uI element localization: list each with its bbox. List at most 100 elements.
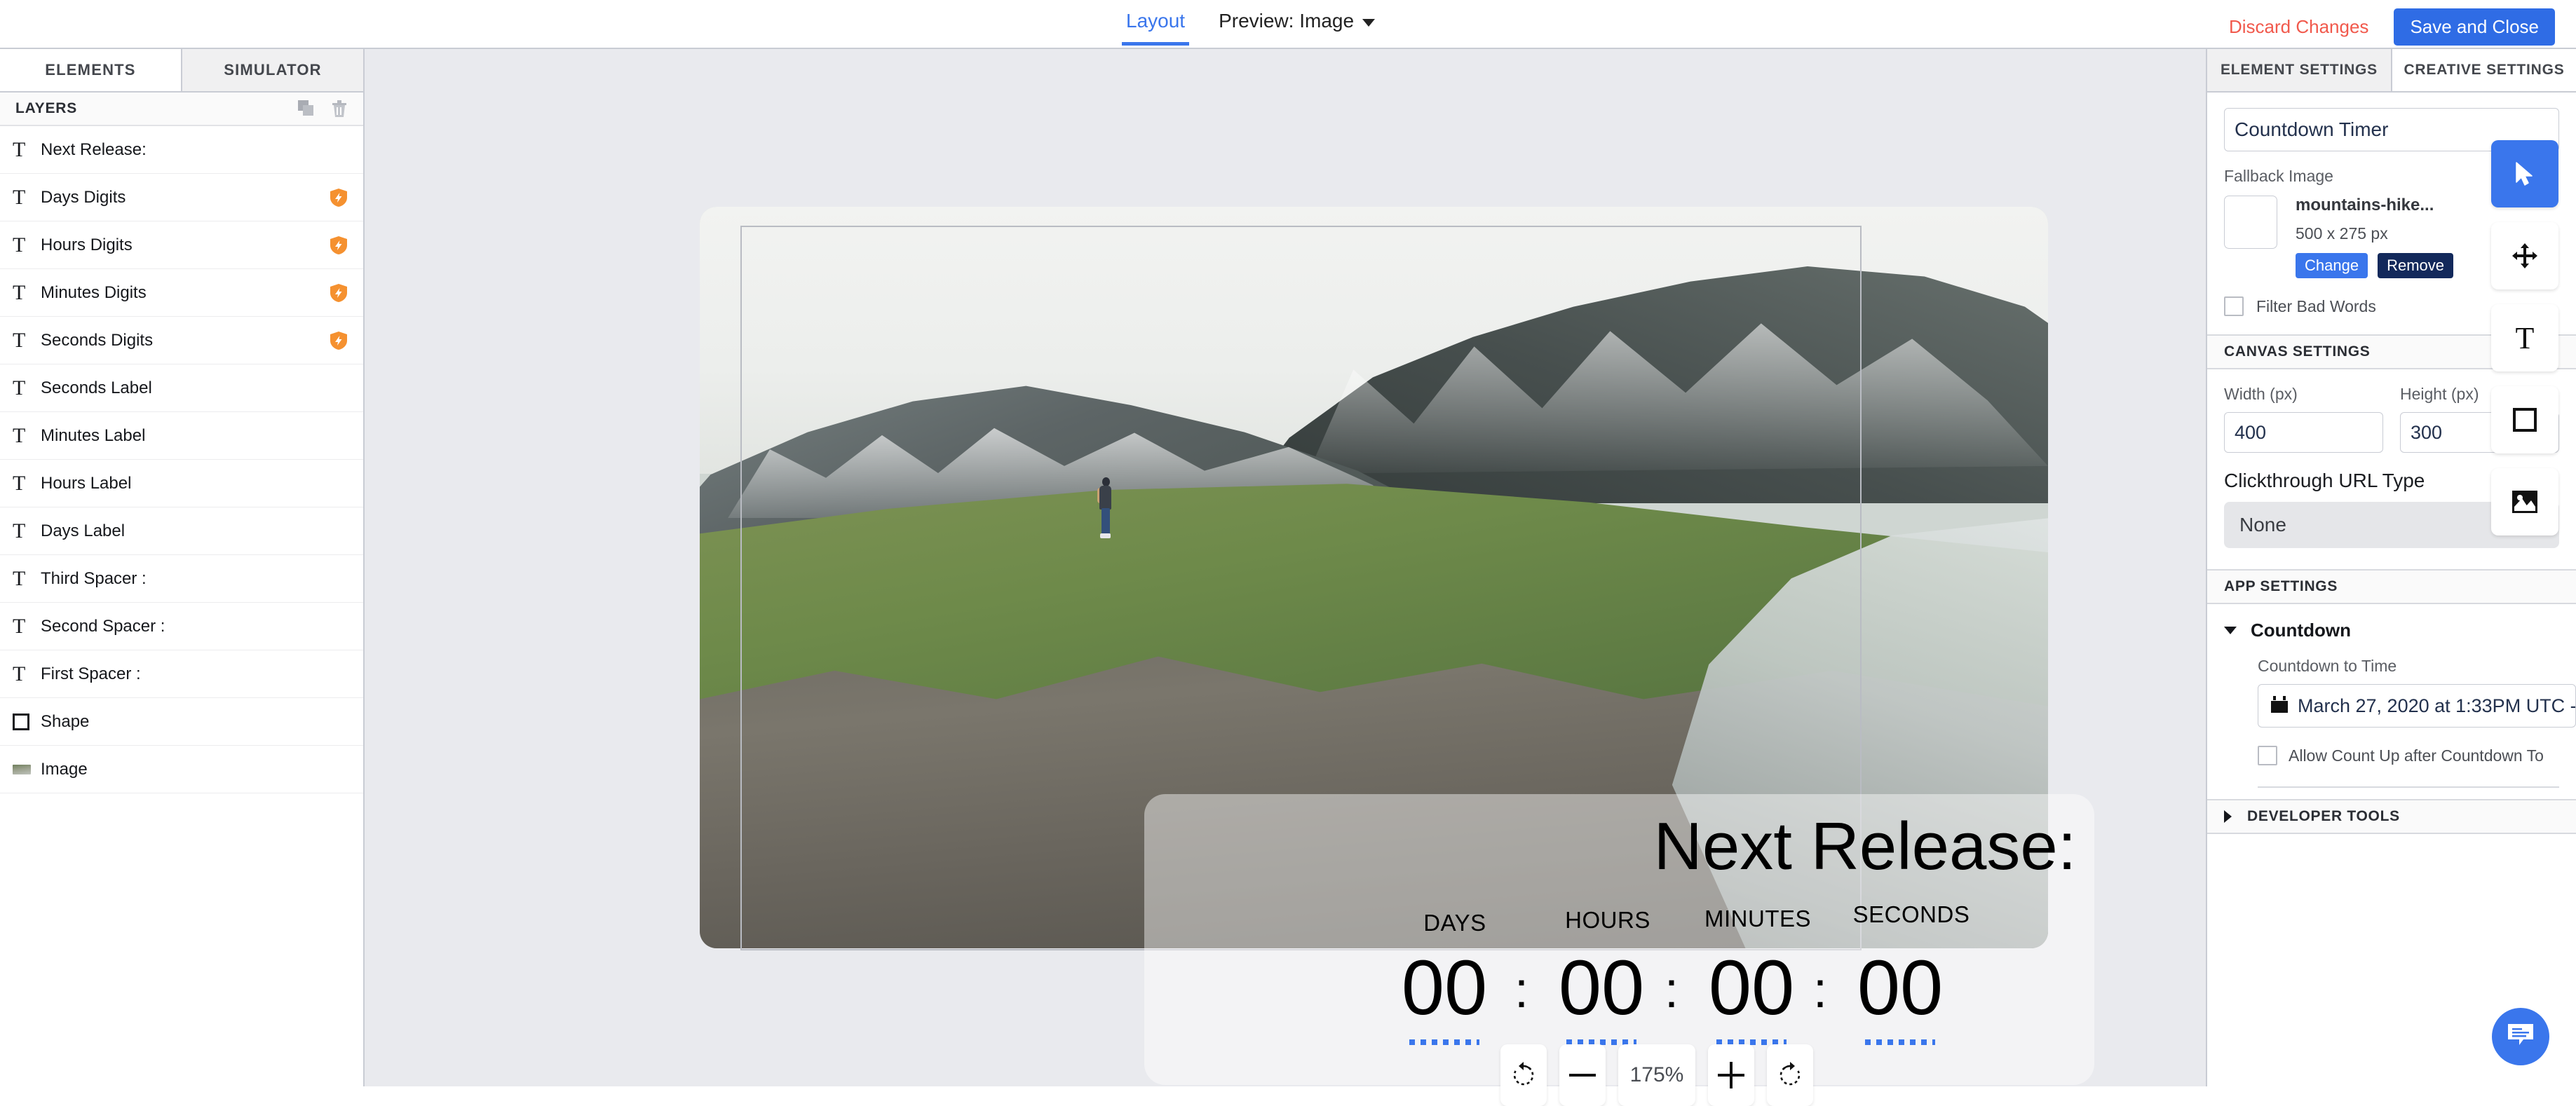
chat-bubble-icon — [2505, 1021, 2536, 1053]
layer-row[interactable]: TMinutes Label — [0, 412, 363, 460]
rotate-left-button[interactable] — [1500, 1044, 1547, 1106]
layer-row[interactable]: TDays Label — [0, 507, 363, 555]
left-panel: ELEMENTS SIMULATOR LAYERS TNext Release:… — [0, 48, 365, 1086]
countdown-accordion-title: Countdown — [2251, 620, 2351, 641]
layer-row[interactable]: THours Digits — [0, 221, 363, 269]
countdown-separator[interactable]: : — [1778, 965, 1862, 1016]
text-layer-icon: T — [13, 424, 36, 448]
zoom-level-display[interactable]: 175% — [1618, 1044, 1695, 1106]
zoom-controls: 175% — [1500, 1044, 1813, 1106]
layer-row[interactable]: Shape — [0, 698, 363, 746]
layer-row[interactable]: TThird Spacer : — [0, 555, 363, 603]
developer-tools-title: DEVELOPER TOOLS — [2247, 808, 2400, 825]
select-tool-button[interactable] — [2491, 140, 2558, 207]
canvas-width-input[interactable] — [2224, 412, 2383, 453]
clickthrough-url-type-value: None — [2239, 514, 2286, 536]
crop-guide-left-2[interactable] — [740, 226, 742, 949]
canvas-area[interactable]: Next Release: DAYSHOURSMINUTESSECONDS 00… — [365, 48, 2206, 1086]
layer-label: Third Spacer : — [41, 569, 147, 589]
tab-simulator[interactable]: SIMULATOR — [181, 49, 363, 91]
countdown-unit-label[interactable]: SECONDS — [1827, 901, 1995, 928]
triangle-down-icon — [2224, 627, 2237, 634]
layer-row[interactable]: TSecond Spacer : — [0, 603, 363, 650]
canvas-settings-title: CANVAS SETTINGS — [2224, 343, 2370, 360]
countdown-accordion-header[interactable]: Countdown — [2207, 620, 2576, 641]
chat-support-button[interactable] — [2492, 1008, 2549, 1065]
change-image-button[interactable]: Change — [2296, 253, 2368, 278]
layer-label: First Spacer : — [41, 664, 141, 684]
layer-row[interactable]: Image — [0, 746, 363, 793]
discard-changes-button[interactable]: Discard Changes — [2229, 16, 2368, 38]
countdown-unit-label[interactable]: DAYS — [1374, 910, 1536, 936]
layer-label: Hours Digits — [41, 235, 133, 255]
shape-tool-button[interactable] — [2491, 386, 2558, 453]
app-settings-title: APP SETTINGS — [2224, 578, 2338, 595]
layer-row[interactable]: TMinutes Digits — [0, 269, 363, 317]
text-layer-icon: T — [13, 281, 36, 305]
countdown-title[interactable]: Next Release: — [1627, 813, 2103, 880]
layer-label: Minutes Digits — [41, 283, 147, 303]
chevron-down-icon — [1362, 19, 1375, 27]
layer-label: Second Spacer : — [41, 617, 165, 636]
layer-label: Days Label — [41, 521, 125, 541]
tab-element-settings[interactable]: ELEMENT SETTINGS — [2207, 49, 2392, 91]
layer-row[interactable]: THours Label — [0, 460, 363, 507]
zoom-in-button[interactable] — [1708, 1044, 1754, 1106]
text-layer-icon: T — [13, 519, 36, 543]
layers-header-actions — [297, 100, 348, 118]
layer-label: Next Release: — [41, 140, 147, 160]
fallback-thumbnail[interactable] — [2224, 196, 2277, 249]
tab-elements[interactable]: ELEMENTS — [0, 49, 181, 91]
triangle-right-icon — [2224, 810, 2232, 823]
layer-label: Minutes Label — [41, 426, 145, 446]
countdown-to-time-label: Countdown to Time — [2258, 657, 2576, 676]
fallback-meta: mountains-hike... 500 x 275 px Change Re… — [2296, 196, 2453, 278]
remove-image-button[interactable]: Remove — [2378, 253, 2453, 278]
developer-tools-section-header[interactable]: DEVELOPER TOOLS — [2207, 799, 2576, 834]
countdown-unit-label[interactable]: HOURS — [1527, 907, 1688, 934]
top-bar-actions: Discard Changes Save and Close — [2229, 8, 2555, 46]
layer-label: Days Digits — [41, 188, 126, 207]
right-panel-tabs: ELEMENT SETTINGS CREATIVE SETTINGS — [2207, 49, 2576, 93]
tab-creative-settings[interactable]: CREATIVE SETTINGS — [2392, 49, 2576, 91]
allow-count-up-checkbox[interactable] — [2258, 746, 2277, 765]
trash-icon[interactable] — [331, 100, 348, 118]
image-tool-button[interactable] — [2491, 468, 2558, 535]
canvas-width-label: Width (px) — [2224, 385, 2383, 404]
dynamic-field-shield-icon — [330, 283, 348, 303]
countdown-unit-label[interactable]: MINUTES — [1677, 906, 1838, 932]
zoom-out-button[interactable] — [1559, 1044, 1606, 1106]
canvas-width-field: Width (px) — [2224, 385, 2383, 453]
text-tool-button[interactable]: T — [2491, 304, 2558, 371]
countdown-digit-underline — [1865, 1039, 1935, 1045]
layer-row[interactable]: TSeconds Label — [0, 364, 363, 412]
layer-row[interactable]: TDays Digits — [0, 174, 363, 221]
layer-label: Hours Label — [41, 474, 131, 493]
calendar-icon — [2270, 695, 2289, 718]
duplicate-icon[interactable] — [297, 100, 316, 118]
fallback-buttons: Change Remove — [2296, 253, 2453, 278]
layer-row[interactable]: TFirst Spacer : — [0, 650, 363, 698]
fallback-dimensions: 500 x 275 px — [2296, 224, 2453, 243]
layer-label: Seconds Label — [41, 378, 152, 398]
countdown-separator[interactable]: : — [1629, 965, 1714, 1016]
crop-guide-top[interactable] — [740, 226, 1862, 227]
layer-row[interactable]: TNext Release: — [0, 126, 363, 174]
text-layer-icon: T — [13, 376, 36, 400]
allow-count-up-row[interactable]: Allow Count Up after Countdown To — [2258, 746, 2576, 765]
preview-mode-label: Preview: Image — [1219, 10, 1354, 32]
app-settings-section-header: APP SETTINGS — [2207, 569, 2576, 604]
filter-bad-words-checkbox[interactable] — [2224, 296, 2244, 316]
layer-label: Image — [41, 760, 88, 779]
countdown-date-field[interactable]: March 27, 2020 at 1:33PM UTC -05 — [2258, 684, 2576, 728]
move-tool-button[interactable] — [2491, 222, 2558, 289]
layer-row[interactable]: TSeconds Digits — [0, 317, 363, 364]
preview-mode-dropdown[interactable]: Preview: Image — [1217, 7, 1376, 35]
countdown-date-value: March 27, 2020 at 1:33PM UTC -05 — [2298, 695, 2576, 717]
save-and-close-button[interactable]: Save and Close — [2394, 8, 2555, 46]
filter-bad-words-label: Filter Bad Words — [2256, 297, 2376, 316]
tab-layout[interactable]: Layout — [1122, 7, 1189, 46]
rotate-right-button[interactable] — [1767, 1044, 1813, 1106]
countdown-separator[interactable]: : — [1479, 965, 1564, 1016]
countdown-digit-underline — [1409, 1039, 1479, 1045]
